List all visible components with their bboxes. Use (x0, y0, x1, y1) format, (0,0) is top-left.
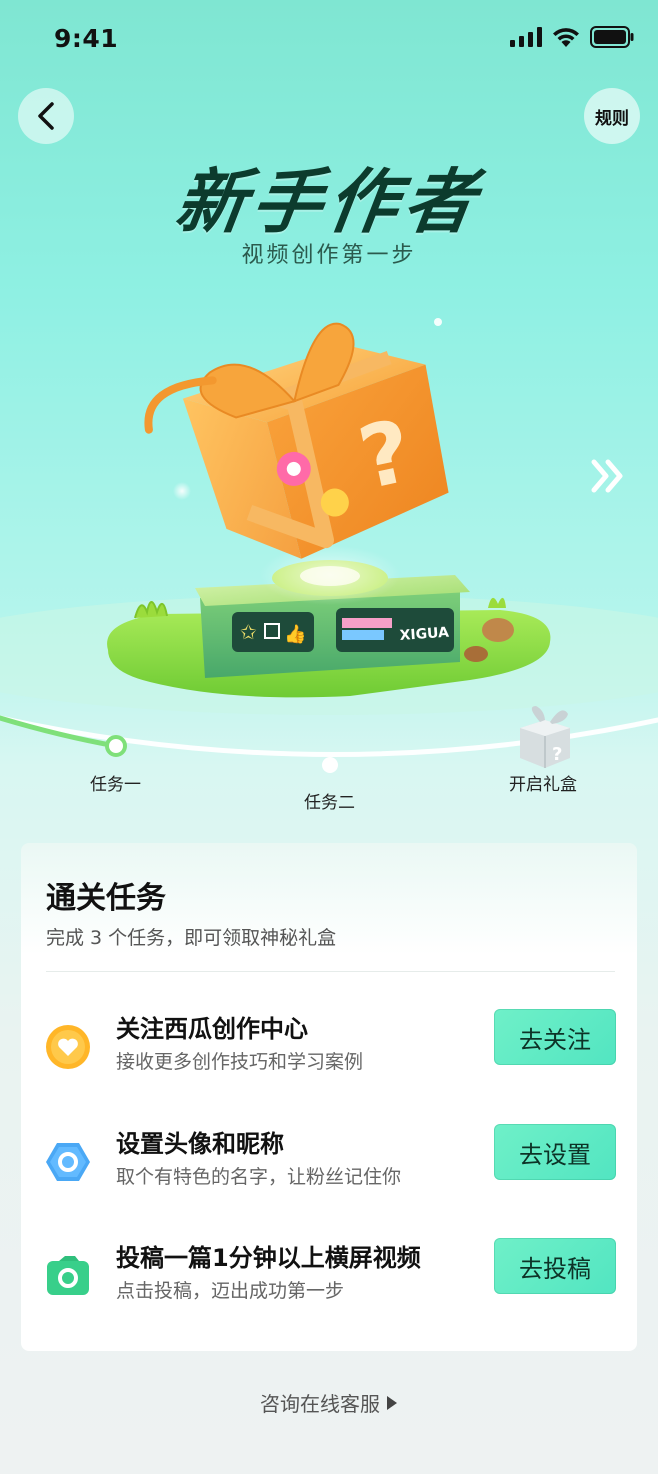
step-dot-1 (105, 735, 127, 757)
gift-box-small-icon: ? (520, 706, 570, 768)
heart-icon (46, 1025, 90, 1069)
hexagon-icon (46, 1143, 90, 1181)
step-dot-2 (322, 757, 338, 773)
task-desc: 点击投稿，迈出成功第一步 (116, 1280, 345, 1302)
online-support-link[interactable]: 咨询在线客服 (0, 1388, 658, 1417)
rules-button[interactable]: 规则 (584, 88, 640, 144)
wifi-icon (553, 28, 579, 47)
battery-icon (590, 26, 634, 48)
camera-icon (47, 1256, 89, 1295)
next-chevron-icon[interactable] (588, 456, 628, 496)
card-subtitle: 完成 3 个任务，即可领取神秘礼盒 (46, 927, 337, 949)
task-row-follow: 关注西瓜创作中心 接收更多创作技巧和学习案例 去关注 (21, 1009, 637, 1099)
step-label-1: 任务一 (90, 775, 141, 795)
page-title: 新手作者 (170, 161, 486, 243)
task-card: 通关任务 完成 3 个任务，即可领取神秘礼盒 关注西瓜创作中心 接收更多创作技巧… (21, 843, 637, 1351)
svg-text:?: ? (552, 744, 562, 765)
card-divider (46, 971, 615, 972)
task-row-upload: 投稿一篇1分钟以上横屏视频 点击投稿，迈出成功第一步 去投稿 (21, 1238, 637, 1328)
status-time: 9:41 (54, 24, 119, 53)
follow-button[interactable]: 去关注 (494, 1009, 616, 1065)
task-desc: 接收更多创作技巧和学习案例 (116, 1051, 364, 1073)
task-name: 投稿一篇1分钟以上横屏视频 (116, 1244, 421, 1272)
back-button[interactable] (18, 88, 74, 144)
support-label: 咨询在线客服 (260, 1392, 380, 1416)
signal-icon (510, 27, 542, 47)
chevron-left-icon (38, 102, 54, 130)
task-desc: 取个有特色的名字，让粉丝记住你 (116, 1166, 402, 1188)
task-name: 关注西瓜创作中心 (116, 1015, 308, 1043)
page-subtitle: 视频创作第一步 (241, 243, 417, 268)
task-row-profile: 设置头像和昵称 取个有特色的名字，让粉丝记住你 去设置 (21, 1124, 637, 1214)
triangle-right-icon (387, 1395, 397, 1410)
task-name: 设置头像和昵称 (116, 1130, 284, 1158)
status-bar: 9:41 (0, 0, 658, 80)
step-label-3: 开启礼盒 (509, 775, 577, 795)
status-icons (510, 26, 634, 48)
upload-button[interactable]: 去投稿 (494, 1238, 616, 1294)
step-label-2: 任务二 (304, 793, 355, 813)
settings-button[interactable]: 去设置 (494, 1124, 616, 1180)
card-title: 通关任务 (46, 881, 166, 916)
